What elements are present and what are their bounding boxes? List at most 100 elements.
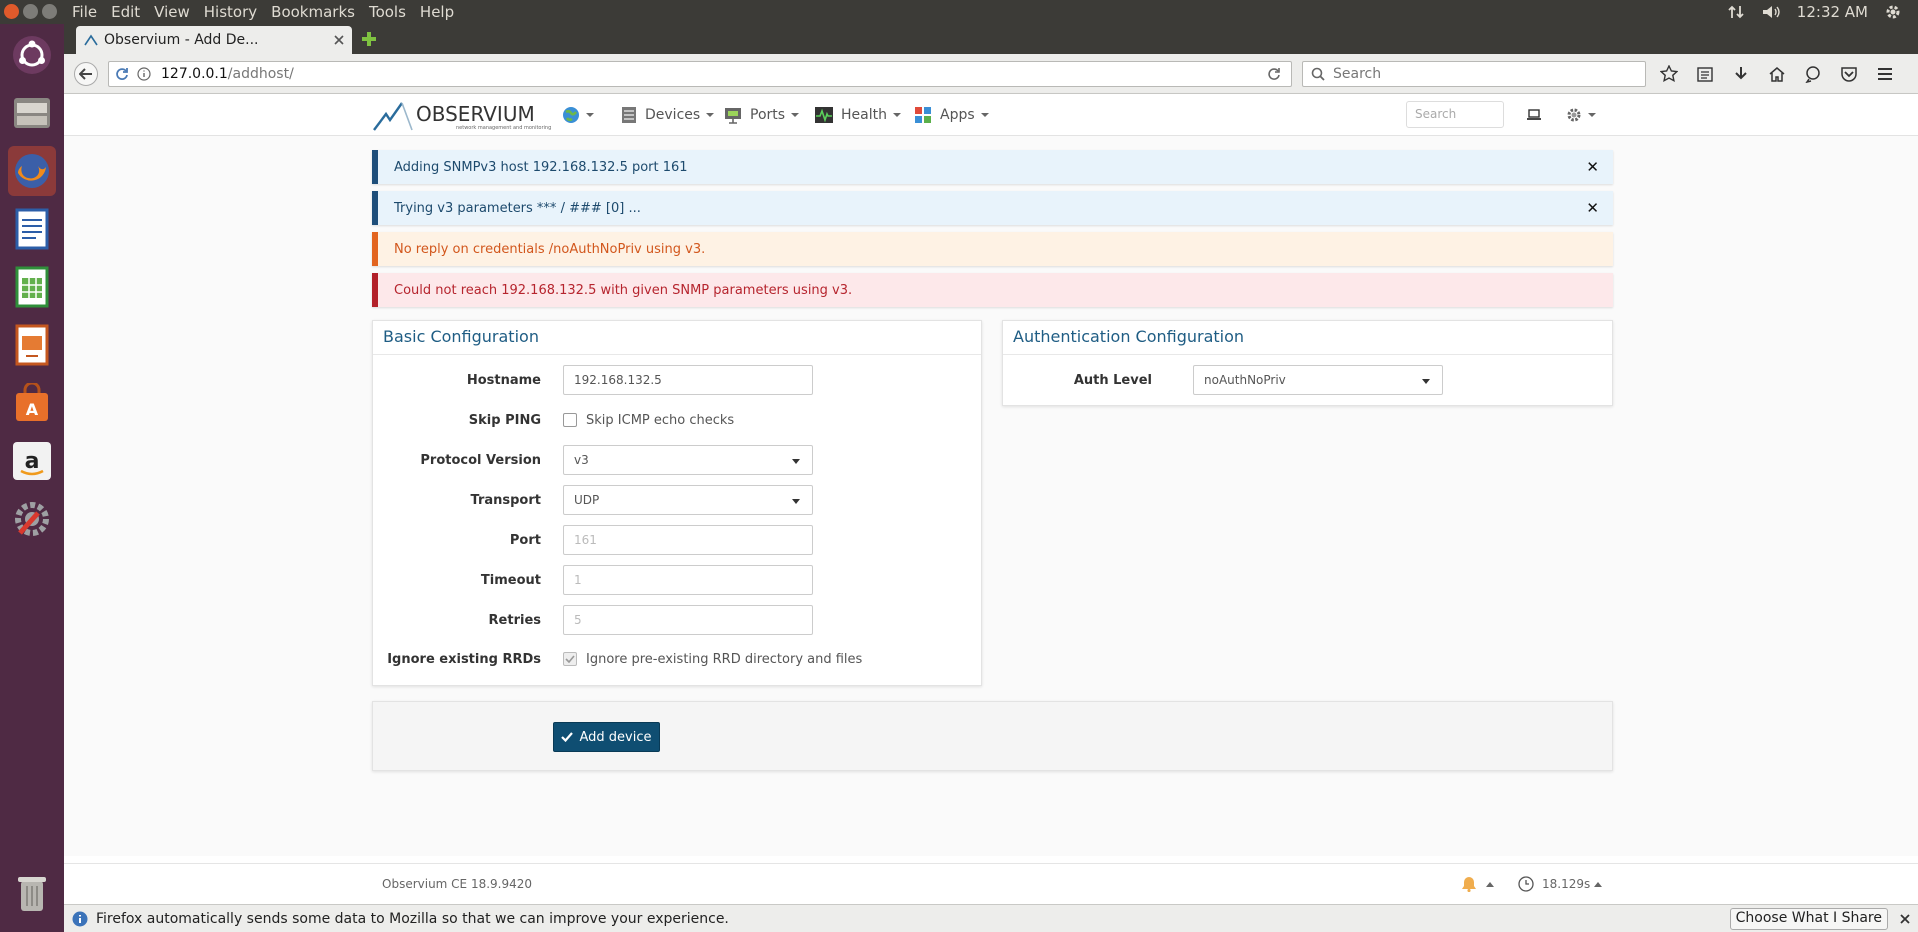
launcher-writer[interactable] bbox=[8, 204, 56, 254]
apps-grid-icon bbox=[915, 107, 931, 123]
timeout-label: Timeout bbox=[480, 572, 541, 588]
bookmark-star-icon[interactable] bbox=[1660, 65, 1678, 83]
skip-ping-label: Skip PING bbox=[468, 412, 541, 428]
menu-bookmarks[interactable]: Bookmarks bbox=[271, 3, 355, 21]
app-search-input[interactable]: Search bbox=[1406, 101, 1504, 128]
retries-input[interactable]: 5 bbox=[563, 605, 813, 635]
nav-health-menu[interactable]: Health bbox=[815, 94, 901, 136]
port-input[interactable]: 161 bbox=[563, 525, 813, 555]
authentication-configuration-title: Authentication Configuration bbox=[1003, 321, 1612, 355]
launcher-amazon[interactable]: a bbox=[8, 436, 56, 486]
auth-level-select[interactable]: noAuthNoPriv bbox=[1193, 365, 1443, 395]
menu-help[interactable]: Help bbox=[420, 3, 454, 21]
window-controls bbox=[4, 4, 61, 19]
auth-level-row: Auth Level noAuthNoPriv bbox=[1003, 365, 1612, 395]
form-action-bar: Add device bbox=[372, 701, 1613, 771]
launcher-software-center[interactable]: A bbox=[8, 378, 56, 428]
reload-small-icon[interactable] bbox=[115, 67, 129, 81]
launcher-firefox[interactable] bbox=[8, 146, 56, 196]
gear-icon bbox=[1567, 108, 1581, 122]
reload-icon[interactable] bbox=[1267, 67, 1281, 81]
nav-ports-menu[interactable]: Ports bbox=[724, 94, 800, 136]
menu-edit[interactable]: Edit bbox=[111, 3, 140, 21]
notification-close-icon[interactable] bbox=[1900, 914, 1910, 924]
url-host: 127.0.0.1 bbox=[161, 66, 228, 82]
tab-observium[interactable]: Observium - Add De... bbox=[76, 26, 352, 54]
settings-wrench-icon bbox=[15, 502, 49, 536]
menu-file[interactable]: File bbox=[72, 3, 97, 21]
system-settings-gear-icon[interactable] bbox=[1884, 3, 1902, 21]
menu-tools[interactable]: Tools bbox=[369, 3, 406, 21]
system-tray: 12:32 AM bbox=[1727, 0, 1918, 24]
observium-logo[interactable]: OBSERVIUM network management and monitor… bbox=[372, 100, 551, 132]
add-device-button[interactable]: Add device bbox=[553, 722, 660, 752]
retries-row: Retries 5 bbox=[373, 605, 981, 635]
page-timing-text: 18.129s bbox=[1542, 877, 1591, 891]
calc-spreadsheet-icon bbox=[15, 266, 49, 308]
timeout-input[interactable]: 1 bbox=[563, 565, 813, 595]
observium-navbar: OBSERVIUM network management and monitor… bbox=[64, 94, 1918, 136]
alert-close-button[interactable]: ✕ bbox=[1586, 199, 1599, 217]
launcher-files[interactable] bbox=[8, 88, 56, 138]
transport-select[interactable]: UDP bbox=[563, 485, 813, 515]
alert-text: Could not reach 192.168.132.5 with given… bbox=[394, 282, 853, 298]
nav-settings-menu[interactable] bbox=[1566, 94, 1596, 136]
auth-level-label: Auth Level bbox=[1073, 372, 1152, 388]
volume-icon[interactable] bbox=[1761, 4, 1781, 20]
protocol-version-select[interactable]: v3 bbox=[563, 445, 813, 475]
url-path: /addhost/ bbox=[227, 66, 294, 82]
nav-display-toggle[interactable] bbox=[1526, 94, 1542, 136]
maximize-window-button[interactable] bbox=[42, 4, 57, 19]
browser-nav-bar: 127.0.0.1/addhost/ Search bbox=[64, 54, 1918, 94]
menu-view[interactable]: View bbox=[154, 3, 190, 21]
hostname-input[interactable]: 192.168.132.5 bbox=[563, 365, 813, 395]
choose-what-i-share-button[interactable]: Choose What I Share bbox=[1729, 908, 1888, 930]
alert-close-button[interactable]: ✕ bbox=[1586, 158, 1599, 176]
menu-history[interactable]: History bbox=[204, 3, 257, 21]
ignore-rrds-text: Ignore pre-existing RRD directory and fi… bbox=[586, 651, 863, 667]
chat-icon[interactable] bbox=[1804, 65, 1822, 83]
svg-text:a: a bbox=[25, 449, 40, 474]
firefox-notification-bar: Firefox automatically sends some data to… bbox=[64, 904, 1918, 932]
launcher-ubuntu-button[interactable] bbox=[8, 30, 56, 80]
pocket-icon[interactable] bbox=[1840, 65, 1858, 83]
site-info-icon[interactable] bbox=[137, 67, 151, 81]
network-port-icon bbox=[725, 108, 741, 124]
close-window-button[interactable] bbox=[4, 4, 19, 19]
svg-text:A: A bbox=[26, 400, 39, 419]
back-button[interactable] bbox=[74, 62, 98, 86]
alert-text: Adding SNMPv3 host 192.168.132.5 port 16… bbox=[394, 159, 688, 175]
reading-list-icon[interactable] bbox=[1696, 65, 1714, 83]
network-transfer-icon[interactable] bbox=[1727, 4, 1745, 20]
new-tab-button[interactable] bbox=[360, 30, 378, 48]
launcher-calc[interactable] bbox=[8, 262, 56, 312]
alerts-bell-toggle[interactable] bbox=[1460, 876, 1494, 892]
file-cabinet-icon bbox=[14, 98, 50, 128]
nav-apps-menu[interactable]: Apps bbox=[914, 94, 989, 136]
ignore-rrds-checkbox[interactable]: Ignore pre-existing RRD directory and fi… bbox=[563, 652, 862, 667]
browser-search-bar[interactable]: Search bbox=[1302, 61, 1646, 87]
download-icon[interactable] bbox=[1732, 65, 1750, 83]
nav-health-label: Health bbox=[841, 107, 887, 123]
page-timing-toggle[interactable]: 18.129s bbox=[1518, 876, 1603, 892]
hamburger-menu-icon[interactable] bbox=[1876, 65, 1894, 83]
checkbox-box[interactable] bbox=[563, 652, 577, 666]
amazon-icon: a bbox=[13, 442, 51, 480]
nav-devices-menu[interactable]: Devices bbox=[621, 94, 715, 136]
home-icon[interactable] bbox=[1768, 65, 1786, 83]
launcher-impress[interactable] bbox=[8, 320, 56, 370]
checkbox-box[interactable] bbox=[563, 413, 577, 427]
skip-ping-text: Skip ICMP echo checks bbox=[586, 412, 735, 428]
tab-close-icon[interactable] bbox=[334, 35, 344, 45]
minimize-window-button[interactable] bbox=[23, 4, 38, 19]
ubuntu-logo-icon bbox=[13, 36, 51, 74]
launcher-system-settings[interactable] bbox=[8, 494, 56, 544]
launcher-trash[interactable] bbox=[8, 868, 56, 918]
skip-ping-checkbox[interactable]: Skip ICMP echo checks bbox=[563, 413, 734, 428]
shopping-bag-icon: A bbox=[16, 383, 48, 421]
nav-globe-menu[interactable] bbox=[562, 94, 594, 136]
ignore-rrds-row: Ignore existing RRDs Ignore pre-existing… bbox=[373, 644, 981, 674]
url-bar[interactable]: 127.0.0.1/addhost/ bbox=[108, 61, 1292, 87]
plus-icon bbox=[362, 32, 376, 46]
clock[interactable]: 12:32 AM bbox=[1797, 3, 1868, 21]
